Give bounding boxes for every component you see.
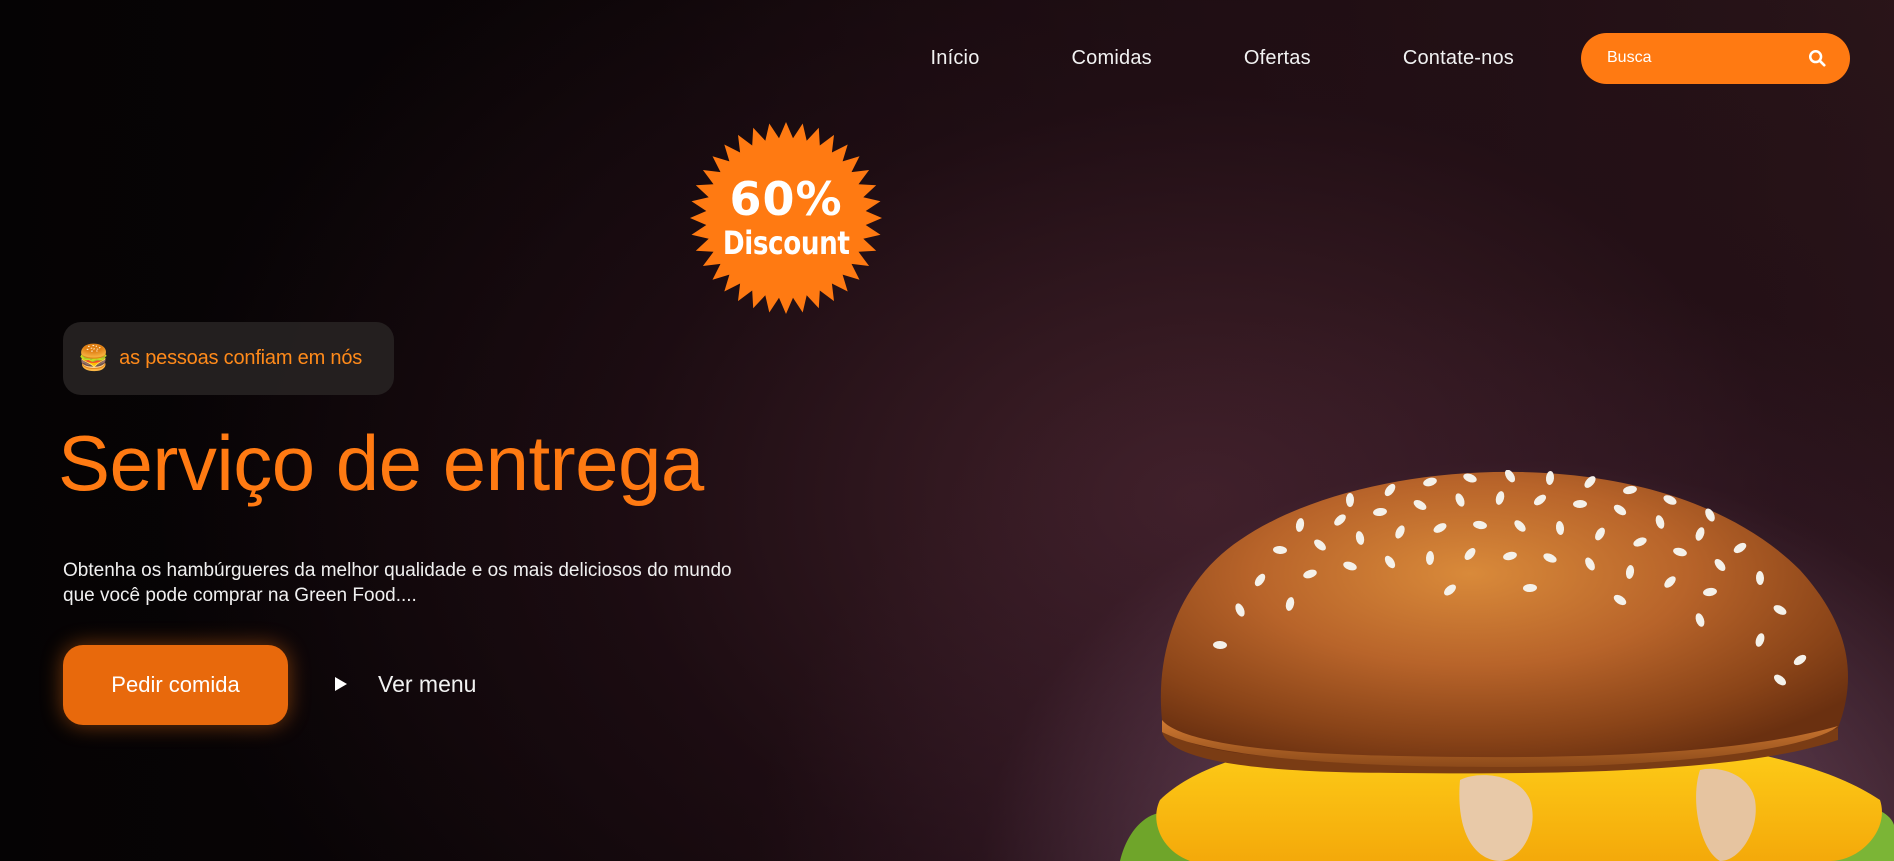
- badge-word: Discount: [722, 224, 850, 262]
- trust-pill: 🍔 as pessoas confiam em nós: [63, 322, 394, 395]
- order-food-button[interactable]: Pedir comida: [63, 645, 288, 725]
- hero-title: Serviço de entrega: [58, 419, 704, 507]
- trust-text: as pessoas confiam em nós: [119, 347, 363, 369]
- play-icon: [335, 677, 347, 691]
- discount-badge: 60% Discount: [689, 121, 883, 315]
- badge-text: 60% Discount: [689, 121, 883, 315]
- nav-link-ofertas[interactable]: Ofertas: [1244, 47, 1311, 70]
- view-menu-button[interactable]: Ver menu: [334, 664, 476, 704]
- top-navigation: Início Comidas Ofertas Contate-nos: [931, 32, 1850, 84]
- nav-link-inicio[interactable]: Início: [931, 47, 980, 70]
- hero-description-line-1: Obtenha os hambúrgueres da melhor qualid…: [63, 560, 732, 581]
- nav-link-contate-nos[interactable]: Contate-nos: [1403, 47, 1514, 70]
- search-icon[interactable]: [1808, 49, 1826, 67]
- sesame-seed: [1346, 493, 1354, 507]
- badge-percent: 60%: [729, 172, 843, 226]
- search-input[interactable]: [1607, 49, 1787, 67]
- search-box: [1581, 32, 1850, 84]
- nav-link-comidas[interactable]: Comidas: [1072, 47, 1152, 70]
- burger-emoji-icon: 🍔: [78, 344, 110, 372]
- hero-description-line-2: que você pode comprar na Green Food....: [63, 585, 417, 606]
- burger-image: [1120, 470, 1894, 861]
- hero-description: Obtenha os hambúrgueres da melhor qualid…: [63, 558, 763, 608]
- view-menu-label: Ver menu: [378, 670, 477, 697]
- nav-links: Início Comidas Ofertas Contate-nos: [931, 47, 1581, 70]
